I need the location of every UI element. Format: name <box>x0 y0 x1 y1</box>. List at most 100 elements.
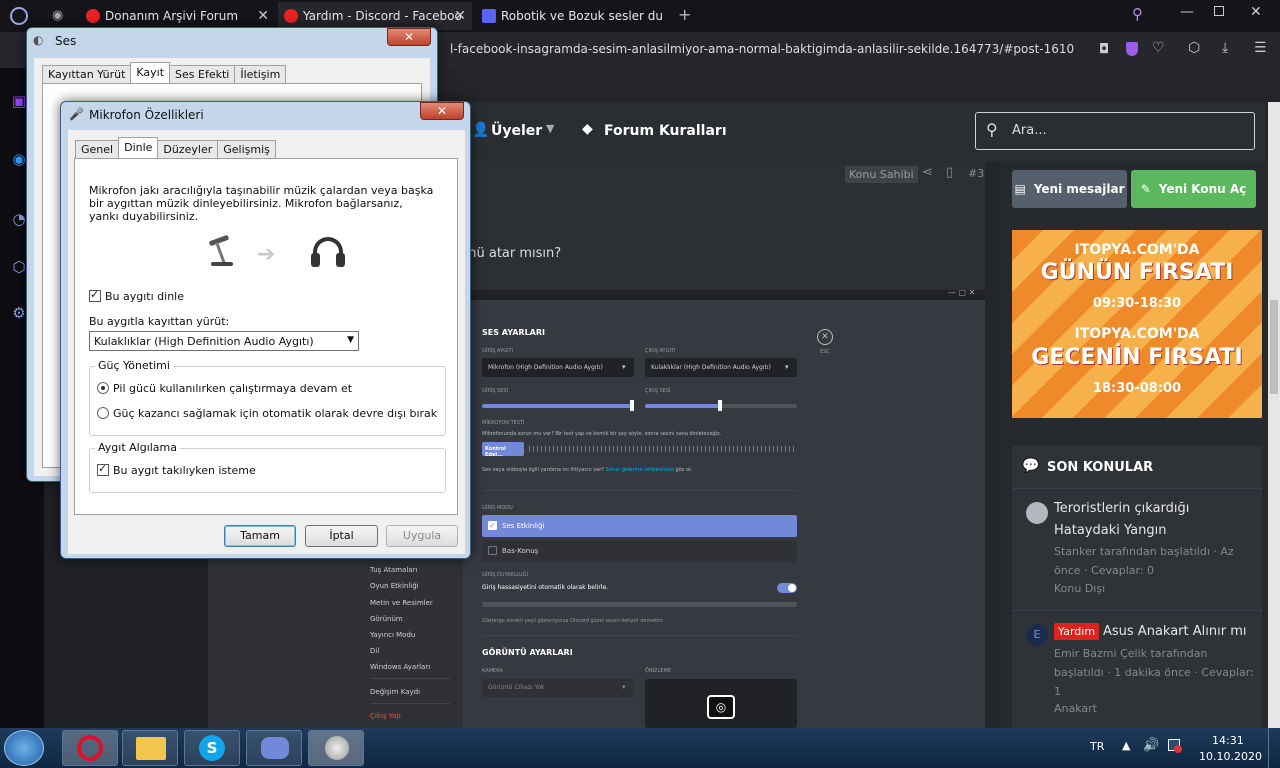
power-option-continue[interactable]: Pil gücü kullanılırken çalıştırmaya deva… <box>97 382 352 395</box>
menu-icon[interactable]: ☰ <box>1254 40 1267 56</box>
avatar[interactable]: E <box>1026 624 1048 646</box>
scrollbar-thumb[interactable] <box>1270 300 1278 394</box>
download-icon[interactable]: ⤓ <box>1222 40 1228 56</box>
close-button[interactable]: ✕ <box>387 28 431 46</box>
share-icon[interactable]: ⋖ <box>922 165 933 180</box>
camera-select[interactable]: Görüntü Cihazı Yok ▾ <box>482 679 634 697</box>
tab-playback[interactable]: Kayıttan Yürüt <box>42 65 132 83</box>
input-volume-slider[interactable] <box>482 404 634 408</box>
taskbar-opera[interactable] <box>62 730 118 766</box>
new-topic-button[interactable]: ✎ Yeni Konu Aç <box>1131 170 1256 208</box>
mic-test-desc: Mikrofonunda sorun mu var? Bir test yap … <box>482 431 722 437</box>
close-window-icon[interactable]: ✕ <box>1250 4 1262 20</box>
search-tabs-icon[interactable]: ⚲ <box>1132 5 1143 23</box>
recent-forum[interactable]: Anakart <box>1054 702 1097 715</box>
menu-game-activity[interactable]: Oyun Etkinliği <box>370 582 419 590</box>
volume-icon[interactable]: 🔊 <box>1143 738 1159 753</box>
cancel-button[interactable]: İptal <box>305 525 378 547</box>
recent-forum[interactable]: Konu Dışı <box>1054 582 1105 595</box>
menu-windows-settings[interactable]: Windows Ayarları <box>370 663 430 671</box>
taskbar-discord[interactable] <box>246 730 302 766</box>
input-device-select[interactable]: Mikrofon (High Definition Audio Aygıtı) … <box>482 358 634 377</box>
recent-title[interactable]: Asus Anakart Alınır mı <box>1103 624 1246 639</box>
tab-sound-effects[interactable]: Ses Efekti <box>169 65 236 83</box>
mode-voice-activity[interactable]: ✓ Ses Etkinliği <box>482 515 797 537</box>
tab-discord[interactable]: Yardım - Discord - Faceboo ✕ <box>278 2 472 30</box>
new-messages-button[interactable]: ▤ Yeni mesajlar <box>1012 170 1127 208</box>
input-mode-label: GİRİŞ MODU <box>482 505 513 511</box>
heart-icon[interactable]: ♡ <box>1152 40 1165 56</box>
auto-sensitivity-toggle[interactable] <box>777 583 797 593</box>
chevron-up-icon[interactable]: ▲ <box>1122 739 1130 752</box>
menu-text-images[interactable]: Metin ve Resimler <box>370 599 433 607</box>
power-option-disable[interactable]: Güç kazancı sağlamak için otomatik olara… <box>97 407 437 420</box>
camera-icon[interactable]: ◘ <box>1099 42 1109 57</box>
menu-changelog[interactable]: Değişim Kaydı <box>370 688 420 696</box>
members-icon: 👤 <box>472 122 490 138</box>
ad-line4: ITOPYA.COM'DA <box>1074 326 1200 342</box>
post-number[interactable]: #3 <box>968 167 984 180</box>
search-input[interactable]: ⚲ Ara... <box>975 112 1255 150</box>
tab-listen[interactable]: Dinle <box>118 137 159 158</box>
close-icon[interactable]: ✕ <box>257 8 269 24</box>
tab-communications[interactable]: İletişim <box>234 65 287 83</box>
bookmark-icon[interactable]: ▯ <box>946 165 953 180</box>
menu-keybinds[interactable]: Tuş Atamaları <box>370 566 417 574</box>
listen-description: Mikrofon jakı aracılığıyla taşınabilir m… <box>89 184 434 223</box>
check-button[interactable]: Kontrol Edel... <box>482 442 524 458</box>
tab-donanim[interactable]: Donanım Arşivi Forum ✕ <box>80 2 275 30</box>
ok-button[interactable]: Tamam <box>224 525 296 547</box>
tab-general[interactable]: Genel <box>75 140 120 158</box>
language-indicator[interactable]: TR <box>1090 740 1104 753</box>
taskbar-sound[interactable] <box>308 730 364 766</box>
menu-appearance[interactable]: Görünüm <box>370 615 403 623</box>
nav-members[interactable]: Üyeler <box>491 123 542 139</box>
nav-rules[interactable]: Forum Kuralları <box>604 123 727 139</box>
restore-icon[interactable] <box>1214 6 1224 16</box>
tab-recording[interactable]: Kayıt <box>130 62 171 83</box>
ad-line3: 09:30-18:30 <box>1092 296 1182 311</box>
avatar[interactable] <box>1026 502 1048 524</box>
minimize-icon[interactable]: — <box>1180 4 1194 20</box>
radio-selected-icon <box>97 382 109 394</box>
gamepad-icon[interactable]: ◉ <box>52 8 63 23</box>
vpn-shield-icon[interactable] <box>1126 42 1138 56</box>
clock-time[interactable]: 14:31 <box>1212 734 1244 747</box>
slider-handle[interactable] <box>718 400 722 411</box>
tab-levels[interactable]: Düzeyler <box>157 140 219 158</box>
start-button[interactable] <box>4 730 44 766</box>
menu-logout[interactable]: Çıkış Yap <box>370 712 401 720</box>
mode-push-to-talk[interactable]: Bas-Konuş <box>482 540 797 562</box>
menu-language[interactable]: Dil <box>370 647 379 655</box>
video-help-link[interactable]: Sorun giderme rehberimize <box>606 467 674 473</box>
slider-handle[interactable] <box>630 400 634 411</box>
cube-icon[interactable]: ⬡ <box>1188 40 1200 56</box>
detect-group-title: Aygıt Algılama <box>95 441 181 454</box>
listen-checkbox-label: Bu aygıtı dinle <box>105 290 185 303</box>
opera-menu-icon[interactable] <box>10 7 28 25</box>
recent-title[interactable]: Teroristlerin çıkardığı Hataydaki Yangın <box>1054 498 1254 542</box>
tab-advanced[interactable]: Gelişmiş <box>217 140 276 158</box>
show-desktop-button[interactable] <box>1268 728 1280 768</box>
playback-device-select[interactable]: Kulaklıklar (High Definition Audio Aygıt… <box>89 331 359 351</box>
close-button[interactable]: ✕ <box>420 102 464 120</box>
taskbar-skype[interactable]: S <box>184 730 240 766</box>
itopya-ad[interactable]: ITOPYA.COM'DA GÜNÜN FIRSATI 09:30-18:30 … <box>1012 230 1262 418</box>
playback-label: Bu aygıtla kayıttan yürüt: <box>89 315 230 328</box>
opera-favicon-icon <box>86 9 100 23</box>
check-button-label: Kontrol Edel... <box>485 446 506 458</box>
listen-checkbox[interactable]: Bu aygıtı dinle <box>89 288 185 303</box>
chevron-down-icon[interactable]: ▼ <box>546 122 554 135</box>
detect-checkbox[interactable]: Bu aygıt takılıyken isteme <box>97 462 256 477</box>
clock-date[interactable]: 10.10.2020 <box>1199 750 1262 763</box>
network-icon[interactable] <box>1168 739 1182 753</box>
url-field[interactable]: l-facebook-insagramda-sesim-anlasilmiyor… <box>450 42 1090 56</box>
menu-streamer-mode[interactable]: Yayıncı Modu <box>370 631 415 639</box>
output-device-select[interactable]: Kulaklıklar (High Definition Audio Aygıt… <box>645 358 797 377</box>
close-icon[interactable]: ✕ <box>454 8 466 24</box>
new-tab-icon[interactable]: + <box>678 5 691 24</box>
close-settings-icon[interactable]: ✕ <box>817 329 833 345</box>
page-scrollbar[interactable] <box>1268 102 1280 728</box>
tab-robotik[interactable]: Robotik ve Bozuk sesler du <box>476 2 670 30</box>
taskbar-explorer[interactable] <box>122 730 178 766</box>
